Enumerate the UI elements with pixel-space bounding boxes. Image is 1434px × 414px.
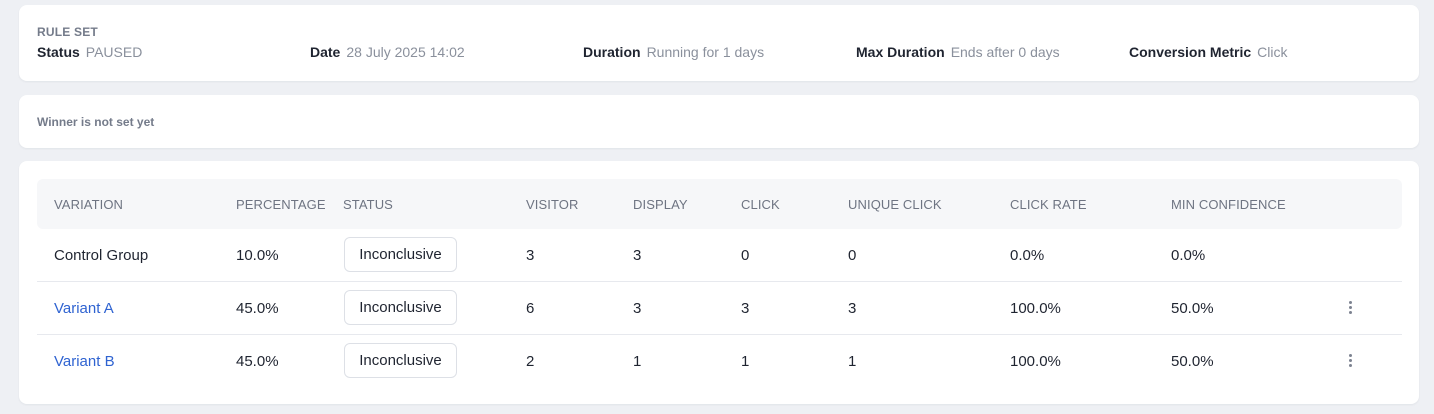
click-cell: 0 <box>741 247 750 264</box>
variation-link-variant-b[interactable]: Variant B <box>54 353 115 370</box>
column-header-click-rate: CLICK RATE <box>1010 197 1087 212</box>
column-header-unique-click: UNIQUE CLICK <box>848 197 942 212</box>
unique-click-cell: 1 <box>848 353 857 370</box>
column-header-click: CLICK <box>741 197 780 212</box>
display-cell: 3 <box>633 247 642 264</box>
variation-link-variant-a[interactable]: Variant A <box>54 300 114 317</box>
min-confidence-cell: 50.0% <box>1171 300 1214 317</box>
rule-set-card: RULE SET Status PAUSED Date 28 July 2025 1… <box>19 5 1419 81</box>
winner-status-text: Winner is not set yet <box>37 115 155 129</box>
variations-table-card: VARIATION PERCENTAGE STATUS VISITOR DISP… <box>19 161 1419 404</box>
duration-label: Duration <box>583 44 641 60</box>
visitor-cell: 3 <box>526 247 535 264</box>
date-label: Date <box>310 44 341 60</box>
percentage-cell: 10.0% <box>236 247 279 264</box>
conversion-metric-value: Click <box>1257 44 1288 60</box>
column-header-visitor: VISITOR <box>526 197 579 212</box>
column-header-variation: VARIATION <box>54 197 124 212</box>
click-cell: 3 <box>741 300 750 317</box>
table-row: Variant B 45.0% Inconclusive 2 1 1 1 100… <box>37 335 1402 388</box>
click-cell: 1 <box>741 353 750 370</box>
status-badge: Inconclusive <box>344 237 457 272</box>
rule-set-heading: RULE SET <box>37 25 98 39</box>
status-value: PAUSED <box>85 44 143 60</box>
min-confidence-cell: 50.0% <box>1171 353 1214 370</box>
column-header-status: STATUS <box>343 197 393 212</box>
max-duration-value: Ends after 0 days <box>950 44 1060 60</box>
kebab-menu-icon[interactable] <box>1343 349 1357 371</box>
column-header-display: DISPLAY <box>633 197 688 212</box>
display-cell: 1 <box>633 353 642 370</box>
status-badge: Inconclusive <box>344 290 457 325</box>
date-field: Date 28 July 2025 14:02 <box>310 44 465 60</box>
conversion-metric-label: Conversion Metric <box>1129 44 1252 60</box>
unique-click-cell: 3 <box>848 300 857 317</box>
column-header-percentage: PERCENTAGE <box>236 197 326 212</box>
min-confidence-cell: 0.0% <box>1171 247 1206 264</box>
click-rate-cell: 100.0% <box>1010 300 1061 317</box>
winner-card: Winner is not set yet <box>19 95 1419 148</box>
status-label: Status <box>37 44 80 60</box>
unique-click-cell: 0 <box>848 247 857 264</box>
table-header: VARIATION PERCENTAGE STATUS VISITOR DISP… <box>37 179 1402 229</box>
conversion-metric-field: Conversion Metric Click <box>1129 44 1287 60</box>
click-rate-cell: 100.0% <box>1010 353 1061 370</box>
column-header-min-confidence: MIN CONFIDENCE <box>1171 197 1286 212</box>
display-cell: 3 <box>633 300 642 317</box>
table-row: Control Group 10.0% Inconclusive 3 3 0 0… <box>37 229 1402 282</box>
max-duration-field: Max Duration Ends after 0 days <box>856 44 1060 60</box>
duration-field: Duration Running for 1 days <box>583 44 764 60</box>
duration-value: Running for 1 days <box>646 44 765 60</box>
visitor-cell: 6 <box>526 300 535 317</box>
kebab-menu-icon[interactable] <box>1343 296 1357 318</box>
table-row: Variant A 45.0% Inconclusive 6 3 3 3 100… <box>37 282 1402 335</box>
percentage-cell: 45.0% <box>236 353 279 370</box>
percentage-cell: 45.0% <box>236 300 279 317</box>
visitor-cell: 2 <box>526 353 535 370</box>
status-field: Status PAUSED <box>37 44 142 60</box>
date-value: 28 July 2025 14:02 <box>346 44 465 60</box>
variation-name: Control Group <box>54 247 149 264</box>
status-badge: Inconclusive <box>344 343 457 378</box>
max-duration-label: Max Duration <box>856 44 945 60</box>
click-rate-cell: 0.0% <box>1010 247 1045 264</box>
